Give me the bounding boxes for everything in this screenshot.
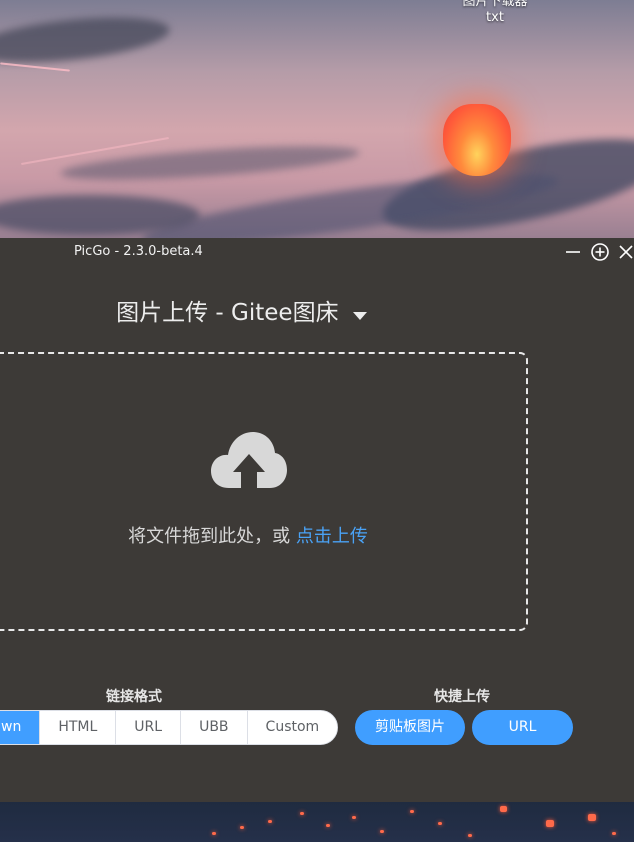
picbed-selector[interactable]: 图片上传 - Gitee图床 [0,293,484,327]
lantern-dot [410,810,414,813]
click-upload-link[interactable]: 点击上传 [296,526,368,547]
sky-lantern-image [443,104,511,176]
desktop-wallpaper-bottom [0,802,634,842]
lantern-dot [352,816,356,819]
maximize-button[interactable] [590,242,610,262]
picgo-window: PicGo - 2.3.0-beta.4 图片上传 - Gitee图床 将文件拖… [0,238,634,802]
minimize-button[interactable] [563,242,583,262]
lantern-dot [326,824,330,827]
wallpaper-cloud [0,9,172,71]
link-format-option-custom[interactable]: Custom [246,711,338,744]
lantern-dot [500,806,507,812]
lantern-dot [612,832,616,835]
url-upload-button[interactable]: URL [472,710,573,745]
wallpaper-cloud [59,139,361,187]
lantern-dot [588,814,596,821]
lantern-dot [212,832,216,835]
lantern-dot [468,834,472,837]
wallpaper-streak [0,62,70,72]
lantern-dot [300,812,304,815]
close-icon [619,245,633,259]
link-format-option-url[interactable]: URL [115,711,181,744]
title-bar[interactable]: PicGo - 2.3.0-beta.4 [0,238,634,266]
drop-instructions: 将文件拖到此处，或 点击上传 [0,522,504,548]
link-format-selector: wn HTML URL UBB Custom [0,710,339,745]
lantern-dot [380,830,384,833]
cloud-upload-icon [211,432,287,488]
desktop-icon-label[interactable]: 图片下载器 txt [440,0,550,26]
minimize-icon [566,251,580,253]
caret-down-icon [352,301,368,327]
lantern-dot [268,820,272,823]
link-format-option-markdown[interactable]: wn [0,711,40,744]
app-title: PicGo - 2.3.0-beta.4 [74,244,203,259]
link-format-option-ubb[interactable]: UBB [180,711,247,744]
desktop-wallpaper: 图片下载器 txt [0,0,634,238]
quick-upload-label: 快捷上传 [434,689,490,705]
desktop-icon-label-line1: 图片下载器 [462,0,528,9]
plus-circle-icon [591,243,609,261]
close-button[interactable] [616,242,634,262]
picbed-title: 图片上传 - Gitee图床 [116,300,339,326]
clipboard-upload-button[interactable]: 剪贴板图片 [355,710,465,745]
link-format-option-html[interactable]: HTML [39,711,116,744]
lantern-dot [240,826,244,829]
desktop-icon-label-line2: txt [486,10,504,25]
lantern-dot [546,820,554,827]
lantern-dot [438,822,442,825]
drop-text: 将文件拖到此处，或 [128,526,296,547]
upload-dropzone[interactable]: 将文件拖到此处，或 点击上传 [0,352,528,631]
link-format-label: 链接格式 [106,689,162,705]
